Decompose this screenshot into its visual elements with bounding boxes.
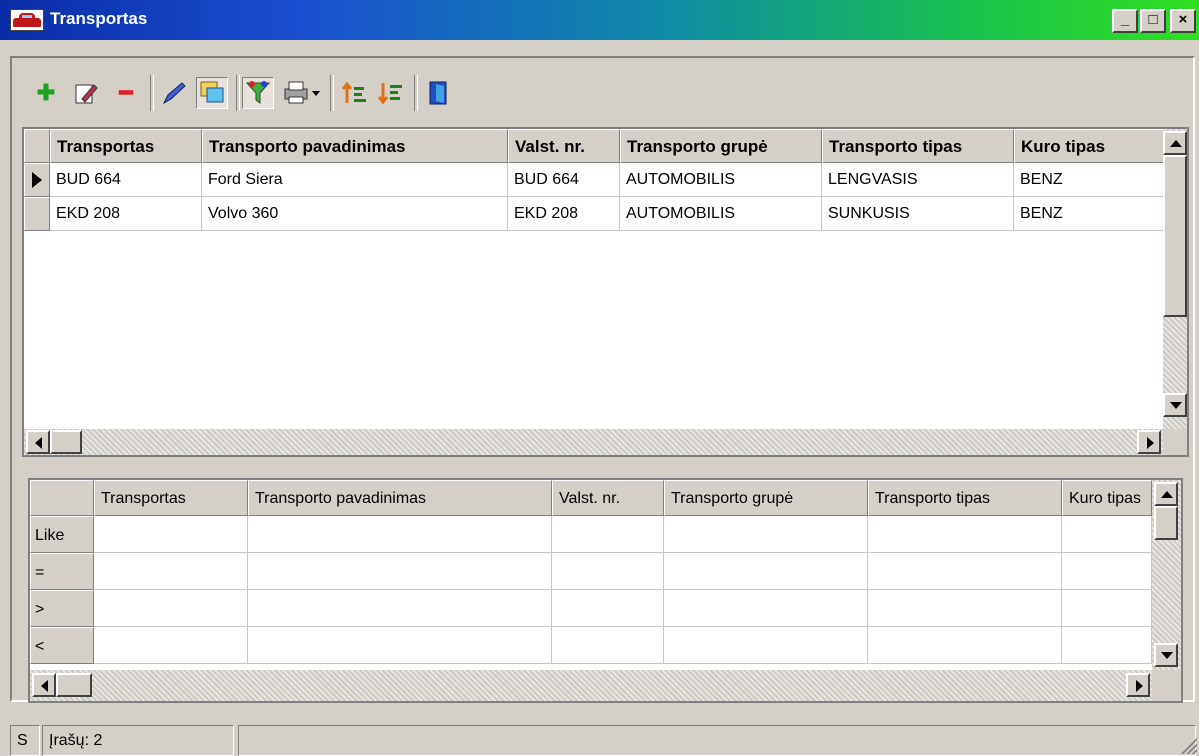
resize-grip-icon[interactable] bbox=[1179, 736, 1197, 754]
filter-col-transportas[interactable]: Transportas bbox=[94, 480, 248, 516]
filter-col-valst-nr[interactable]: Valst. nr. bbox=[552, 480, 664, 516]
filter-cell[interactable] bbox=[94, 516, 248, 553]
table-cell[interactable]: AUTOMOBILIS bbox=[620, 163, 822, 197]
minimize-button[interactable]: _ bbox=[1112, 9, 1138, 33]
status-panel-empty bbox=[238, 725, 1196, 756]
row-indicator[interactable] bbox=[24, 197, 50, 231]
scroll-right-button[interactable] bbox=[1137, 430, 1161, 454]
filter-op-equals: = bbox=[30, 553, 94, 590]
row-indicator[interactable] bbox=[24, 163, 50, 197]
filter-scroll-right-button[interactable] bbox=[1126, 673, 1150, 697]
filter-cell[interactable] bbox=[552, 590, 664, 627]
scroll-up-button[interactable] bbox=[1163, 131, 1187, 155]
maximize-button[interactable]: □ bbox=[1140, 9, 1166, 33]
filter-cell[interactable] bbox=[94, 627, 248, 664]
filter-cell[interactable] bbox=[1062, 590, 1152, 627]
filter-scroll-thumb[interactable] bbox=[1154, 506, 1178, 540]
filter-cell[interactable] bbox=[1062, 516, 1152, 553]
table-cell[interactable]: AUTOMOBILIS bbox=[620, 197, 822, 231]
col-transporto-pavadinimas[interactable]: Transporto pavadinimas bbox=[202, 129, 508, 163]
filter-hscroll-thumb[interactable] bbox=[56, 673, 92, 697]
filter-corner bbox=[30, 480, 94, 516]
filter-op-less: < bbox=[30, 627, 94, 664]
filter-cell[interactable] bbox=[94, 590, 248, 627]
col-transportas[interactable]: Transportas bbox=[50, 129, 202, 163]
table-cell[interactable]: Ford Siera bbox=[202, 163, 508, 197]
filter-cell[interactable] bbox=[248, 516, 552, 553]
transportas-window: Transportas _ □ × ✚ ━ Transportas Transp… bbox=[0, 0, 1199, 756]
print-icon[interactable] bbox=[280, 77, 324, 109]
filter-col-kuro-tipas[interactable]: Kuro tipas bbox=[1062, 480, 1152, 516]
table-cell[interactable]: EKD 208 bbox=[508, 197, 620, 231]
edit-icon[interactable] bbox=[70, 77, 102, 109]
col-kuro-tipas[interactable]: Kuro tipas bbox=[1014, 129, 1164, 163]
window-title: Transportas bbox=[50, 9, 148, 28]
filter-op-like: Like bbox=[30, 516, 94, 553]
status-mode: S bbox=[10, 725, 40, 756]
filter-icon[interactable] bbox=[242, 77, 274, 109]
col-transporto-grupe[interactable]: Transporto grupė bbox=[620, 129, 822, 163]
table-cell[interactable]: BUD 664 bbox=[508, 163, 620, 197]
filter-cell[interactable] bbox=[552, 553, 664, 590]
close-button[interactable]: × bbox=[1170, 9, 1196, 33]
filter-col-transporto-grupe[interactable]: Transporto grupė bbox=[664, 480, 868, 516]
filter-grid[interactable]: Transportas Transporto pavadinimas Valst… bbox=[28, 478, 1183, 703]
copy-icon[interactable] bbox=[196, 77, 228, 109]
table-cell[interactable]: BENZ bbox=[1014, 197, 1164, 231]
filter-op-greater: > bbox=[30, 590, 94, 627]
toolbar: ✚ ━ bbox=[24, 73, 664, 117]
filter-cell[interactable] bbox=[868, 553, 1062, 590]
sort-asc-icon[interactable] bbox=[338, 77, 370, 109]
filter-col-transporto-pavadinimas[interactable]: Transporto pavadinimas bbox=[248, 480, 552, 516]
filter-cell[interactable] bbox=[868, 627, 1062, 664]
filter-scroll-down-button[interactable] bbox=[1154, 643, 1178, 667]
filter-scroll-up-button[interactable] bbox=[1154, 482, 1178, 506]
delete-icon[interactable]: ━ bbox=[110, 77, 142, 109]
sort-desc-icon[interactable] bbox=[374, 77, 406, 109]
filter-cell[interactable] bbox=[1062, 553, 1152, 590]
transport-grid[interactable]: Transportas Transporto pavadinimas Valst… bbox=[22, 127, 1189, 457]
table-cell[interactable]: BUD 664 bbox=[50, 163, 202, 197]
table-cell[interactable]: SUNKUSIS bbox=[822, 197, 1014, 231]
pen-icon[interactable] bbox=[158, 77, 190, 109]
filter-cell[interactable] bbox=[868, 516, 1062, 553]
filter-cell[interactable] bbox=[94, 553, 248, 590]
add-icon[interactable]: ✚ bbox=[30, 77, 62, 109]
filter-cell[interactable] bbox=[664, 553, 868, 590]
col-transporto-tipas[interactable]: Transporto tipas bbox=[822, 129, 1014, 163]
header-corner bbox=[24, 129, 50, 163]
status-bar: S Įrašų: 2 bbox=[0, 722, 1199, 756]
table-cell[interactable]: BENZ bbox=[1014, 163, 1164, 197]
filter-cell[interactable] bbox=[664, 627, 868, 664]
filter-cell[interactable] bbox=[248, 553, 552, 590]
scroll-thumb[interactable] bbox=[1163, 155, 1187, 317]
filter-cell[interactable] bbox=[552, 627, 664, 664]
scroll-down-button[interactable] bbox=[1163, 393, 1187, 417]
filter-cell[interactable] bbox=[664, 590, 868, 627]
filter-col-transporto-tipas[interactable]: Transporto tipas bbox=[868, 480, 1062, 516]
filter-cell[interactable] bbox=[1062, 627, 1152, 664]
filter-cell[interactable] bbox=[868, 590, 1062, 627]
table-cell[interactable]: EKD 208 bbox=[50, 197, 202, 231]
hscroll-thumb[interactable] bbox=[50, 430, 82, 454]
filter-cell[interactable] bbox=[248, 590, 552, 627]
current-row-icon bbox=[32, 172, 42, 188]
status-record-count: Įrašų: 2 bbox=[42, 725, 234, 756]
filter-cell[interactable] bbox=[664, 516, 868, 553]
scroll-left-button[interactable] bbox=[26, 430, 50, 454]
horizontal-scrollbar[interactable] bbox=[24, 429, 1163, 455]
filter-scroll-left-button[interactable] bbox=[32, 673, 56, 697]
title-bar[interactable]: Transportas _ □ × bbox=[0, 0, 1199, 40]
table-cell[interactable]: Volvo 360 bbox=[202, 197, 508, 231]
col-valst-nr[interactable]: Valst. nr. bbox=[508, 129, 620, 163]
table-cell[interactable]: LENGVASIS bbox=[822, 163, 1014, 197]
exit-icon[interactable] bbox=[422, 77, 454, 109]
filter-horizontal-scrollbar[interactable] bbox=[30, 670, 1152, 701]
car-icon bbox=[10, 9, 44, 31]
filter-cell[interactable] bbox=[552, 516, 664, 553]
filter-cell[interactable] bbox=[248, 627, 552, 664]
